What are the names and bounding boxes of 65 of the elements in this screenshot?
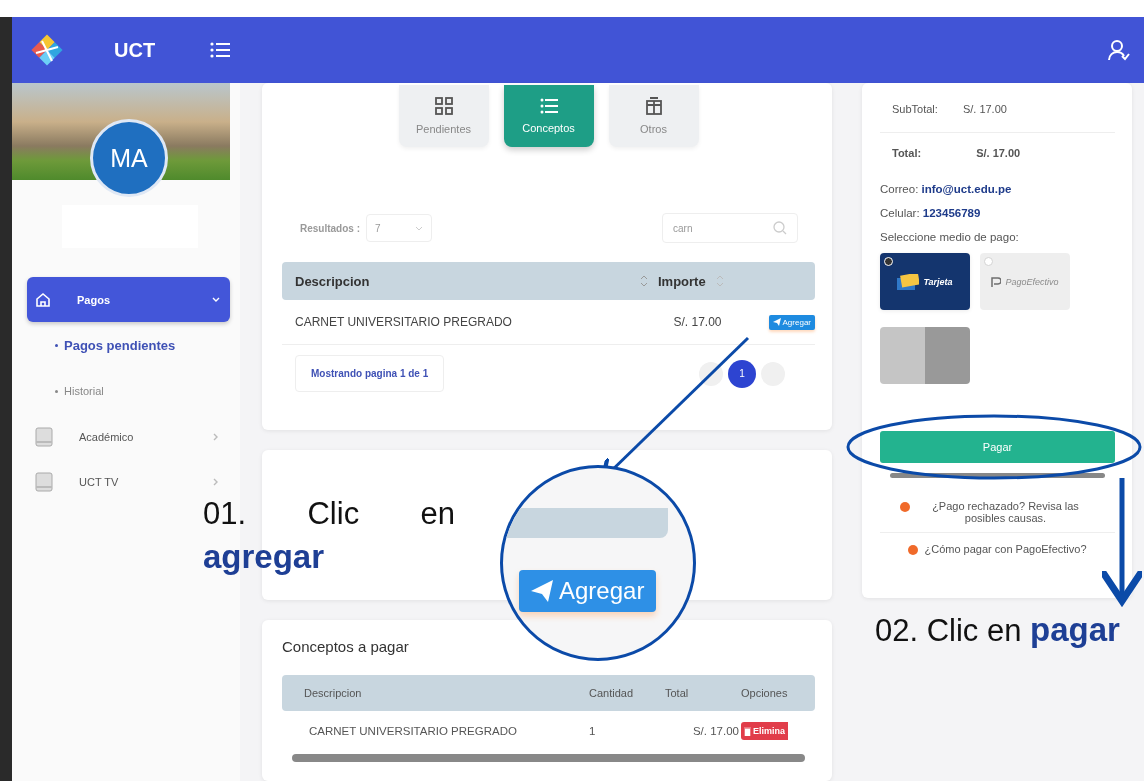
phone-text: Celular: 123456789 [880, 207, 982, 219]
menu-icon[interactable] [210, 42, 231, 58]
pay-button[interactable]: Pagar [880, 431, 1115, 463]
results-dropdown[interactable]: 7 [366, 214, 432, 242]
credit-card-icon [897, 273, 920, 290]
submenu-item[interactable]: Pagos pendientes [64, 337, 176, 353]
card-title: Conceptos a pagar [282, 638, 410, 655]
table-cell-text: S/. 17.00 [691, 725, 739, 737]
subtotal-label: SubTotal: [892, 103, 938, 115]
payment-prompt: Seleccione medio de pago: [880, 231, 1020, 243]
logo-icon [30, 33, 64, 67]
sort-icon [640, 274, 648, 288]
book-icon [35, 426, 53, 447]
grid-icon [434, 97, 453, 115]
home-icon [35, 291, 51, 308]
column-header: Cantidad [589, 687, 635, 699]
delete-button[interactable]: Elimina [741, 722, 788, 740]
help-link[interactable]: ¿Pago rechazado? Revisa las posibles causas. [916, 500, 1095, 524]
sidebar-item[interactable]: Académico [27, 414, 230, 459]
column-header: Total [665, 687, 690, 699]
bullet-icon [55, 389, 58, 393]
column-header: Importe [658, 273, 706, 289]
step-instruction: 02. Clic en pagar [875, 610, 1121, 650]
column-header: Descripcion [304, 687, 363, 699]
cash-payment-option[interactable]: PagoEfectivo [980, 253, 1070, 310]
status-dot [900, 502, 910, 512]
p-logo-icon [991, 276, 1002, 287]
status-dot [908, 545, 919, 555]
send-icon [531, 580, 553, 602]
table-cell-text: CARNET UNIVERSITARIO PREGRADO [309, 725, 518, 737]
search-icon [773, 221, 787, 235]
radio-button[interactable] [984, 257, 993, 266]
book-icon [35, 471, 53, 492]
table-cell-text: CARNET UNIVERSITARIO PREGRADO [295, 315, 513, 329]
add-button[interactable]: Agregar [768, 314, 815, 330]
gift-icon [645, 97, 662, 115]
pagination-info: Mostrando pagina 1 de 1 [295, 355, 445, 392]
submenu-item[interactable]: Historial [64, 385, 104, 397]
caret-icon [415, 225, 423, 231]
tab[interactable]: Pendientes [398, 85, 489, 147]
tab[interactable]: Conceptos [503, 85, 594, 147]
table-cell-text: 1 [589, 725, 597, 737]
sort-icon [715, 274, 724, 288]
search-field[interactable]: carn [662, 213, 798, 243]
sidebar-item[interactable]: Pagos [27, 277, 230, 322]
subtotal-value: S/. 17.00 [962, 103, 1007, 115]
tab[interactable]: Otros [608, 85, 699, 147]
total-value: S/. 17.00 [976, 147, 1021, 159]
send-icon [772, 318, 781, 326]
bullet-icon [55, 343, 58, 347]
total-label: Total: [892, 147, 922, 159]
trash-icon [744, 726, 751, 736]
help-link[interactable]: ¿Cómo pagar con PagoEfectivo? [924, 543, 1087, 555]
add-button[interactable]: Agregar [519, 570, 657, 612]
page-button[interactable]: 1 [728, 359, 756, 388]
brand-name: UCT [114, 38, 156, 62]
email-text: Correo: info@uct.edu.pe [880, 183, 1013, 195]
user-icon[interactable] [1108, 39, 1130, 61]
card-payment-option[interactable]: Tarjeta [880, 253, 970, 310]
column-header: Descripcion [295, 273, 371, 289]
column-header: Opciones [741, 687, 788, 699]
table-cell-text: S/. 17.00 [672, 315, 722, 329]
list-icon [539, 98, 558, 114]
step-instruction: 01. Clic en agregar [203, 495, 455, 577]
results-label: Resultados : [300, 222, 360, 234]
